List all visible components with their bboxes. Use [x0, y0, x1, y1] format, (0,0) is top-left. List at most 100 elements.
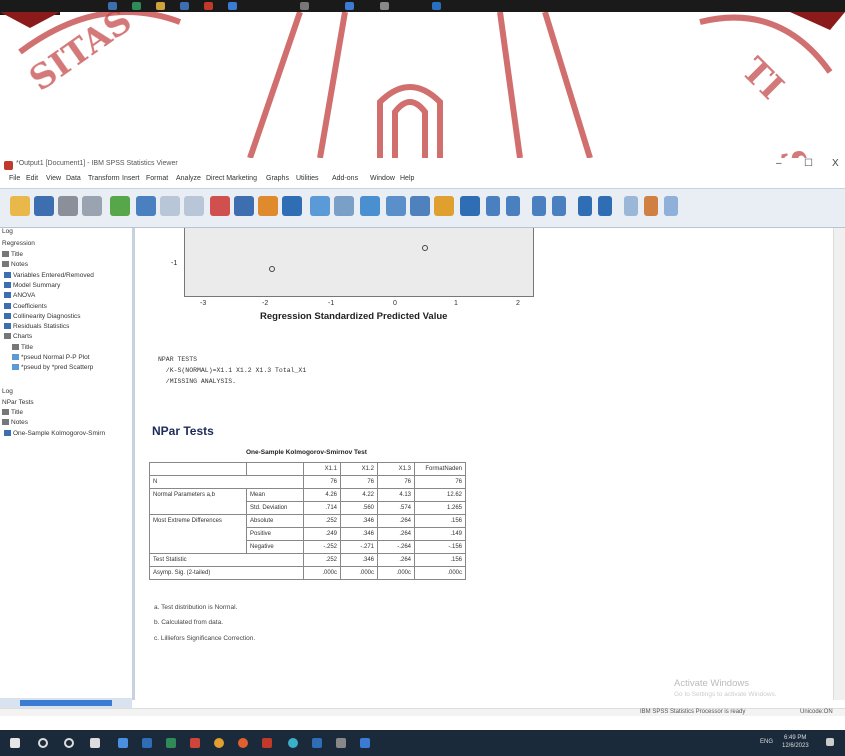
close-button[interactable]: X [832, 158, 839, 169]
recall-dialog-icon[interactable] [136, 196, 156, 216]
table-row: Std. Deviation .714 .560 .574 1.265 [149, 501, 466, 515]
app-icon[interactable] [204, 2, 213, 10]
menu-analyze[interactable]: Analyze [176, 175, 201, 182]
excel-icon[interactable] [166, 738, 176, 748]
goto-case-icon[interactable] [234, 196, 254, 216]
show-icon[interactable] [624, 196, 638, 216]
outline-charts-title[interactable]: Title [12, 344, 33, 351]
value-labels-icon[interactable] [334, 196, 354, 216]
promote-icon[interactable] [532, 196, 546, 216]
demote-icon[interactable] [552, 196, 566, 216]
goto-data-icon[interactable] [210, 196, 230, 216]
open-icon[interactable] [10, 196, 30, 216]
variables-icon[interactable] [258, 196, 278, 216]
insert-output-icon[interactable] [410, 196, 430, 216]
menu-addons[interactable]: Add-ons [332, 175, 358, 182]
show-all-icon[interactable] [386, 196, 406, 216]
task-view-icon[interactable] [64, 738, 74, 748]
outline-charts[interactable]: Charts [4, 333, 32, 340]
outline-ks-test[interactable]: One-Sample Kolmogorov-Smirn [4, 430, 105, 437]
save-icon[interactable] [34, 196, 54, 216]
minimize-button[interactable]: – [776, 158, 782, 169]
outline-regression[interactable]: Regression [2, 240, 35, 247]
undo-icon[interactable] [160, 196, 180, 216]
outline-log-2[interactable]: Log [2, 388, 13, 395]
menu-direct-marketing[interactable]: Direct Marketing [206, 175, 257, 182]
firefox-icon[interactable] [238, 738, 248, 748]
collapse-icon[interactable] [598, 196, 612, 216]
file-explorer-icon[interactable] [118, 738, 128, 748]
outline-model-summary[interactable]: Model Summary [4, 282, 60, 289]
outline-residuals[interactable]: Residuals Statistics [4, 323, 69, 330]
app-icon[interactable] [288, 738, 298, 748]
menu-help[interactable]: Help [400, 175, 414, 182]
app-icon[interactable] [108, 2, 117, 10]
notification-icon[interactable] [826, 738, 834, 746]
print-icon[interactable] [58, 196, 78, 216]
app-icon[interactable] [228, 2, 237, 10]
insert-text-icon[interactable] [434, 196, 454, 216]
menu-transform[interactable]: Transform [88, 175, 120, 182]
tray-language[interactable]: ENG [760, 739, 773, 745]
menu-utilities[interactable]: Utilities [296, 175, 319, 182]
content-vertical-scrollbar[interactable] [833, 228, 845, 700]
app-icon[interactable] [300, 2, 309, 10]
outline-npar-notes[interactable]: Notes [2, 419, 28, 426]
menu-view[interactable]: View [46, 175, 61, 182]
outline-notes[interactable]: Notes [2, 261, 28, 268]
menu-insert[interactable]: Insert [122, 175, 140, 182]
preview-icon[interactable] [82, 196, 102, 216]
tray-time[interactable]: 6:49 PM [784, 735, 806, 741]
redo-icon[interactable] [184, 196, 204, 216]
outline-scatterplot[interactable]: *pseud by *pred Scatterp [12, 364, 93, 371]
powerpoint-icon[interactable] [190, 738, 200, 748]
app-icon[interactable] [180, 2, 189, 10]
designate-window-icon[interactable] [460, 196, 480, 216]
chart-icon[interactable] [282, 196, 302, 216]
scrollbar-thumb[interactable] [20, 700, 112, 706]
outline-title[interactable]: Title [2, 251, 23, 258]
outline-pp-plot[interactable]: *pseud Normal P-P Plot [12, 354, 90, 361]
outline-collinearity[interactable]: Collinearity Diagnostics [4, 313, 81, 320]
export-icon[interactable] [110, 196, 130, 216]
outline-coefficients[interactable]: Coefficients [4, 303, 47, 310]
search-icon[interactable] [38, 738, 48, 748]
use-sets-icon[interactable] [360, 196, 380, 216]
expand-icon[interactable] [578, 196, 592, 216]
outline-variables-entered[interactable]: Variables Entered/Removed [4, 272, 94, 279]
menu-format[interactable]: Format [146, 175, 168, 182]
edge-icon[interactable] [90, 738, 100, 748]
hide-icon[interactable] [644, 196, 658, 216]
menu-graphs[interactable]: Graphs [266, 175, 289, 182]
cell: .156 [414, 553, 466, 567]
outline-scrollbar[interactable] [0, 698, 132, 708]
svg-text:TI: TI [734, 50, 791, 107]
app-icon[interactable] [312, 738, 322, 748]
windows-start-icon[interactable] [10, 738, 20, 748]
back-arrow-icon[interactable] [486, 196, 500, 216]
chrome-icon[interactable] [214, 738, 224, 748]
app-icon[interactable] [132, 2, 141, 10]
menu-window[interactable]: Window [370, 175, 395, 182]
forward-arrow-icon[interactable] [506, 196, 520, 216]
outline-anova[interactable]: ANOVA [4, 292, 35, 299]
npar-tests-heading: NPar Tests [152, 424, 214, 438]
outline-log[interactable]: Log [2, 228, 13, 235]
outline-npar-tests[interactable]: NPar Tests [2, 399, 34, 406]
maximize-button[interactable]: ☐ [804, 158, 813, 169]
tray-date[interactable]: 12/6/2023 [782, 743, 809, 749]
word-icon[interactable] [142, 738, 152, 748]
select-cases-icon[interactable] [310, 196, 330, 216]
insert-heading-icon[interactable] [664, 196, 678, 216]
spss-icon[interactable] [262, 738, 272, 748]
app-icon[interactable] [432, 2, 441, 10]
app-icon[interactable] [345, 2, 354, 10]
outline-npar-title[interactable]: Title [2, 409, 23, 416]
app-icon[interactable] [380, 2, 389, 10]
app-icon[interactable] [360, 738, 370, 748]
menu-data[interactable]: Data [66, 175, 81, 182]
menu-file[interactable]: File [9, 175, 20, 182]
app-icon[interactable] [336, 738, 346, 748]
menu-edit[interactable]: Edit [26, 175, 38, 182]
app-icon[interactable] [156, 2, 165, 10]
